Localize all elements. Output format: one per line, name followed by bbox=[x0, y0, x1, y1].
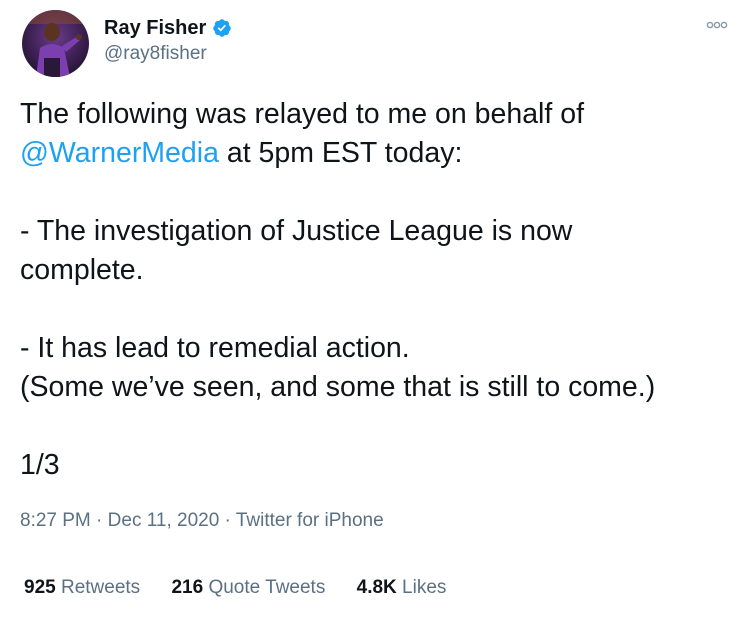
tweet-line: The following was relayed to me on behal… bbox=[20, 95, 720, 134]
tweet-text-segment: The following was relayed to me on behal… bbox=[20, 98, 584, 130]
likes-count: 4.8K bbox=[356, 577, 397, 598]
quote-tweets-count: 216 bbox=[171, 577, 204, 598]
more-options-icon[interactable] bbox=[706, 20, 728, 30]
avatar[interactable] bbox=[22, 10, 89, 77]
tweet-meta: 8:27 PM · Dec 11, 2020 · Twitter for iPh… bbox=[20, 509, 384, 533]
retweets-label: Retweets bbox=[60, 577, 141, 598]
tweet-time[interactable]: 8:27 PM bbox=[20, 510, 91, 531]
tweet-line: (Some we’ve seen, and some that is still… bbox=[20, 371, 656, 403]
tweet-source[interactable]: Twitter for iPhone bbox=[236, 510, 384, 531]
retweets-count: 925 bbox=[24, 577, 56, 598]
tweet-line: @WarnerMedia at 5pm EST today: bbox=[20, 134, 720, 173]
author-handle[interactable]: @ray8fisher bbox=[104, 43, 207, 65]
retweets-stat[interactable]: 925 Retweets bbox=[24, 577, 140, 598]
tweet-date[interactable]: Dec 11, 2020 bbox=[108, 510, 220, 531]
tweet-text-segment: at 5pm EST today: bbox=[218, 137, 463, 169]
tweet-stats: 925 Retweets 216 Quote Tweets 4.8K Likes bbox=[24, 575, 472, 601]
quote-tweets-label: Quote Tweets bbox=[208, 577, 326, 598]
author-name-row[interactable]: Ray Fisher bbox=[104, 16, 232, 40]
tweet-line: complete. bbox=[20, 254, 144, 286]
verified-badge-icon bbox=[213, 19, 232, 37]
meta-separator: · bbox=[219, 510, 236, 531]
thread-count: 1/3 bbox=[20, 449, 60, 481]
likes-stat[interactable]: 4.8K Likes bbox=[357, 577, 447, 598]
tweet-line: - It has lead to remedial action. bbox=[20, 332, 410, 364]
mention-link[interactable]: @WarnerMedia bbox=[20, 137, 219, 169]
tweet-text: The following was relayed to me on behal… bbox=[20, 95, 720, 485]
author-display-name[interactable]: Ray Fisher bbox=[104, 16, 206, 40]
tweet-card: Ray Fisher @ray8fisher The following was… bbox=[0, 0, 750, 621]
meta-separator: · bbox=[90, 510, 108, 531]
likes-label: Likes bbox=[402, 577, 447, 598]
avatar-image bbox=[22, 10, 89, 77]
quote-tweets-stat[interactable]: 216 Quote Tweets bbox=[171, 577, 325, 598]
tweet-line: - The investigation of Justice League is… bbox=[20, 215, 573, 247]
